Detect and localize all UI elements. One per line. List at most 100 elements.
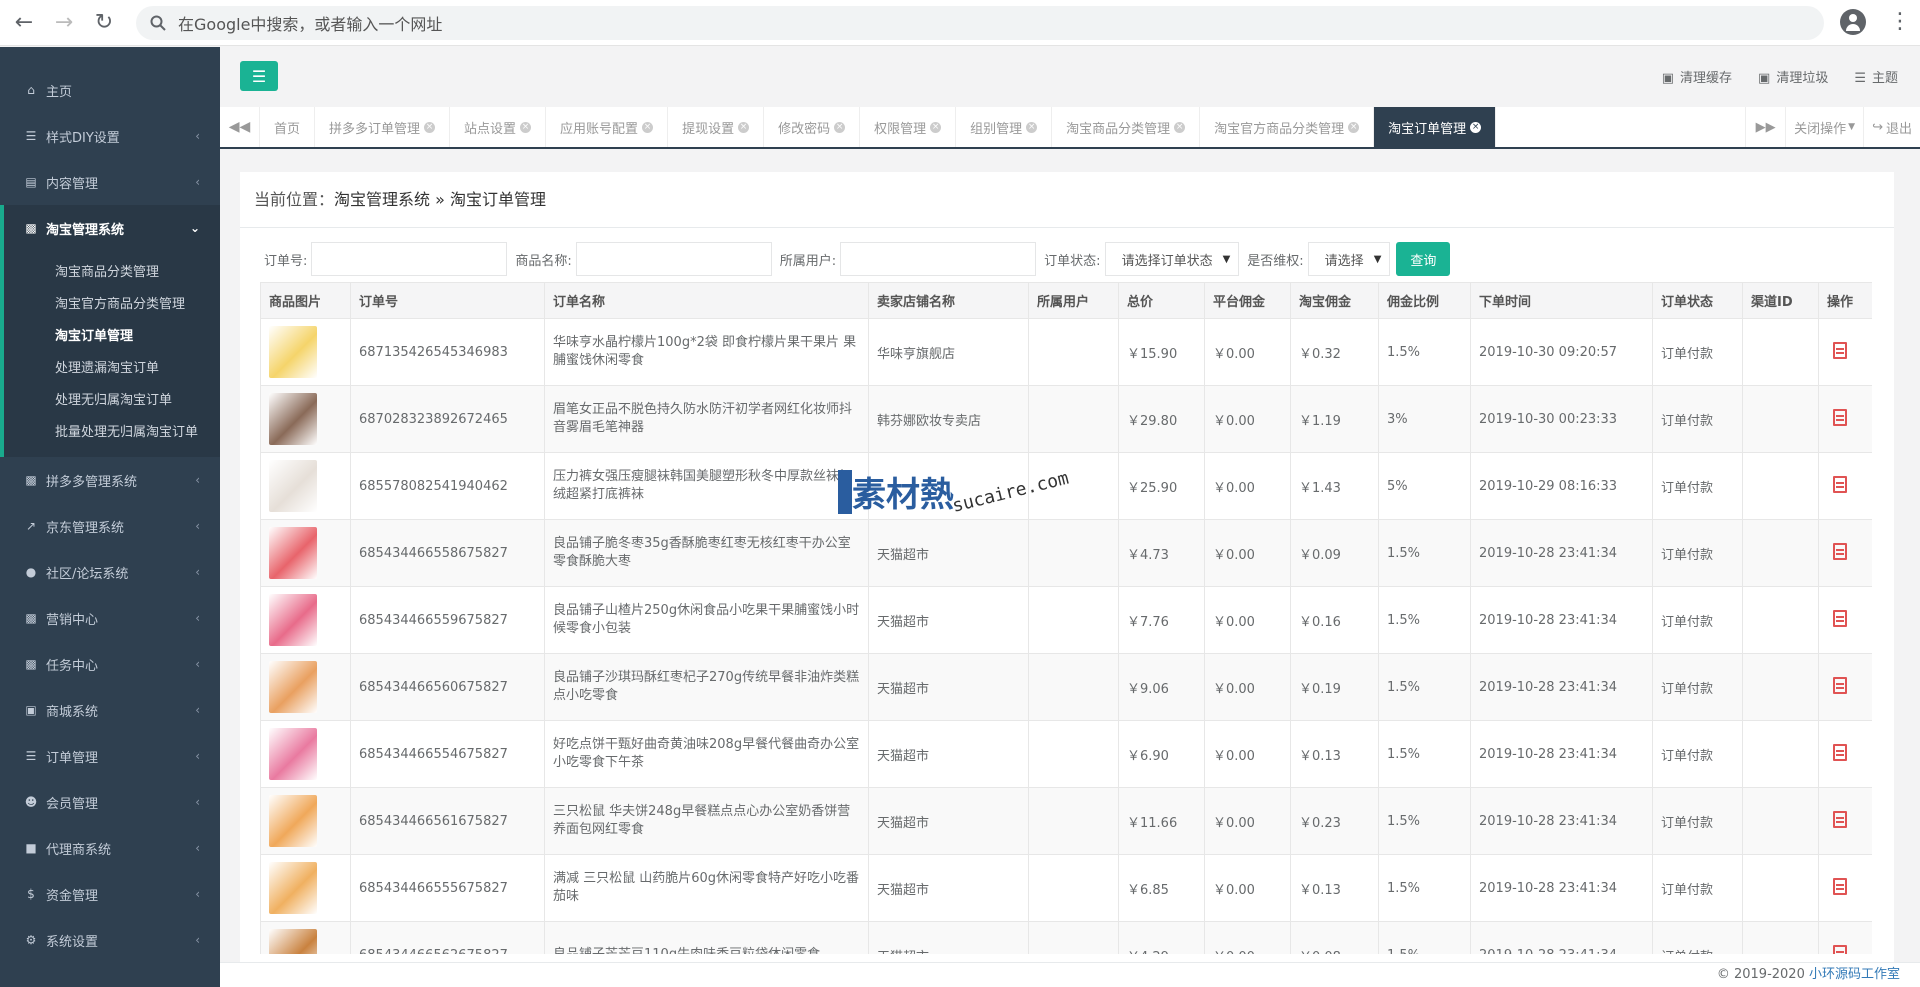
sidebar-item-members[interactable]: ☻ 会员管理 ‹ bbox=[0, 779, 220, 825]
order-status-select[interactable]: 请选择订单状态 ▼ bbox=[1104, 242, 1240, 276]
account-icon[interactable] bbox=[1840, 9, 1866, 35]
sidebar-item-content[interactable]: ▤ 内容管理 ‹ bbox=[0, 159, 220, 205]
menu-toggle-button[interactable]: ☰ bbox=[240, 61, 278, 91]
detail-document-icon[interactable] bbox=[1833, 408, 1847, 426]
sidebar-item-pdd[interactable]: ▩ 拼多多管理系统 ‹ bbox=[0, 457, 220, 503]
user-cell bbox=[1028, 787, 1119, 855]
close-icon[interactable]: × bbox=[834, 121, 846, 133]
submenu-item-unowned-orders[interactable]: 处理无归属淘宝订单 bbox=[4, 385, 220, 417]
tab-site-settings[interactable]: 站点设置 × bbox=[450, 107, 547, 147]
tab-app-accounts[interactable]: 应用账号配置 × bbox=[546, 107, 669, 147]
detail-document-icon[interactable] bbox=[1833, 810, 1847, 828]
sidebar-item-settings[interactable]: ⚙ 系统设置 ‹ bbox=[0, 917, 220, 963]
submenu-item-missing-orders[interactable]: 处理遗漏淘宝订单 bbox=[4, 353, 220, 385]
tab-withdraw-settings[interactable]: 提现设置 × bbox=[668, 107, 765, 147]
logout-icon: ↪ bbox=[1872, 119, 1883, 135]
back-arrow-icon[interactable]: ← bbox=[8, 7, 40, 39]
submenu-item-category[interactable]: 淘宝商品分类管理 bbox=[4, 257, 220, 289]
tabs-scroll-left-icon[interactable]: ◀◀ bbox=[220, 107, 260, 147]
clear-cache-button[interactable]: ▣ 清理缓存 bbox=[1662, 67, 1732, 86]
taobao-cell: ￥0.09 bbox=[1290, 519, 1379, 587]
detail-document-icon[interactable] bbox=[1833, 475, 1847, 493]
ratio-cell: 1.5% bbox=[1378, 519, 1471, 587]
tab-taobao-categories[interactable]: 淘宝商品分类管理 × bbox=[1052, 107, 1201, 147]
tab-permissions[interactable]: 权限管理 × bbox=[860, 107, 957, 147]
footer-studio-link[interactable]: 小环源码工作室 bbox=[1809, 967, 1900, 982]
product-thumbnail[interactable] bbox=[269, 795, 317, 847]
detail-document-icon[interactable] bbox=[1833, 676, 1847, 694]
forward-arrow-icon[interactable]: → bbox=[48, 7, 80, 39]
tab-groups[interactable]: 组别管理 × bbox=[956, 107, 1053, 147]
sidebar-item-community[interactable]: ● 社区/论坛系统 ‹ bbox=[0, 549, 220, 595]
sidebar-item-funds[interactable]: $ 资金管理 ‹ bbox=[0, 871, 220, 917]
logout-button[interactable]: ↪ 退出 bbox=[1863, 107, 1920, 147]
sidebar-item-tasks[interactable]: ▩ 任务中心 ‹ bbox=[0, 641, 220, 687]
clear-trash-button[interactable]: ▣ 清理垃圾 bbox=[1758, 67, 1828, 86]
product-thumbnail[interactable] bbox=[269, 929, 317, 954]
more-menu-icon[interactable]: ⋮ bbox=[1889, 10, 1911, 34]
status-cell: 订单付款 bbox=[1652, 787, 1743, 855]
detail-document-icon[interactable] bbox=[1833, 743, 1847, 761]
sidebar-item-agents[interactable]: ■ 代理商系统 ‹ bbox=[0, 825, 220, 871]
theme-button[interactable]: ☰ 主题 bbox=[1854, 67, 1898, 86]
close-icon[interactable]: × bbox=[1174, 121, 1186, 133]
top-links: ▣ 清理缓存 ▣ 清理垃圾 ☰ 主题 bbox=[1662, 67, 1898, 86]
tab-pdd-orders[interactable]: 拼多多订单管理 × bbox=[315, 107, 451, 147]
sidebar-item-mall[interactable]: ▣ 商城系统 ‹ bbox=[0, 687, 220, 733]
name-cell: 满减 三只松鼠 山药脆片60g休闲零食特产好吃小吃番茄味 bbox=[544, 854, 869, 922]
submenu-item-orders[interactable]: 淘宝订单管理 bbox=[4, 321, 220, 353]
detail-document-icon[interactable] bbox=[1833, 944, 1847, 954]
tab-taobao-orders[interactable]: 淘宝订单管理 × bbox=[1374, 107, 1497, 147]
close-icon[interactable]: × bbox=[1026, 121, 1038, 133]
sidebar-item-home[interactable]: ⌂ 主页 bbox=[0, 67, 220, 113]
sidebar-item-marketing[interactable]: ▩ 营销中心 ‹ bbox=[0, 595, 220, 641]
close-icon[interactable]: × bbox=[1348, 121, 1360, 133]
sidebar-item-taobao[interactable]: ▩ 淘宝管理系统 ⌄ bbox=[0, 205, 220, 251]
status-cell: 订单付款 bbox=[1652, 519, 1743, 587]
rights-label: 是否维权: bbox=[1247, 253, 1304, 269]
product-name-input[interactable] bbox=[575, 242, 772, 276]
product-thumbnail[interactable] bbox=[269, 661, 317, 713]
close-icon[interactable]: × bbox=[1470, 121, 1482, 133]
close-icon[interactable]: × bbox=[520, 121, 532, 133]
close-icon[interactable]: × bbox=[642, 121, 654, 133]
user-cell bbox=[1028, 385, 1119, 453]
order-cell: 685434466558675827 bbox=[350, 519, 545, 587]
product-thumbnail[interactable] bbox=[269, 527, 317, 579]
product-thumbnail[interactable] bbox=[269, 728, 317, 780]
platform-cell: ￥0.00 bbox=[1204, 452, 1291, 520]
detail-document-icon[interactable] bbox=[1833, 609, 1847, 627]
submenu-item-official-category[interactable]: 淘宝官方商品分类管理 bbox=[4, 289, 220, 321]
submenu-item-batch-unowned[interactable]: 批量处理无归属淘宝订单 bbox=[4, 417, 220, 449]
tabs-scroll-right-icon[interactable]: ▶▶ bbox=[1745, 107, 1785, 147]
product-thumbnail[interactable] bbox=[269, 460, 317, 512]
tab-home[interactable]: 首页 bbox=[260, 107, 316, 147]
close-icon[interactable]: × bbox=[930, 121, 942, 133]
sidebar-item-label: 主页 bbox=[46, 84, 73, 100]
product-thumbnail[interactable] bbox=[269, 594, 317, 646]
sidebar-item-jd[interactable]: ↗ 京东管理系统 ‹ bbox=[0, 503, 220, 549]
sidebar-item-orders[interactable]: ☰ 订单管理 ‹ bbox=[0, 733, 220, 779]
product-image-cell bbox=[260, 318, 351, 386]
detail-document-icon[interactable] bbox=[1833, 341, 1847, 359]
product-thumbnail[interactable] bbox=[269, 393, 317, 445]
order-no-input[interactable] bbox=[311, 242, 508, 276]
tab-change-password[interactable]: 修改密码 × bbox=[764, 107, 861, 147]
sidebar-item-style-diy[interactable]: ☰ 样式DIY设置 ‹ bbox=[0, 113, 220, 159]
product-thumbnail[interactable] bbox=[269, 862, 317, 914]
detail-document-icon[interactable] bbox=[1833, 877, 1847, 895]
address-bar[interactable]: 在Google中搜索，或者输入一个网址 bbox=[136, 6, 1824, 40]
close-operations-dropdown[interactable]: 关闭操作 ▼ bbox=[1785, 107, 1863, 147]
close-icon[interactable]: × bbox=[738, 121, 750, 133]
rights-select[interactable]: 请选择 ▼ bbox=[1307, 242, 1391, 276]
close-icon[interactable]: × bbox=[424, 121, 436, 133]
shop-cell: 天猫超市 bbox=[868, 720, 1029, 788]
user-cell bbox=[1028, 921, 1119, 954]
query-button[interactable]: 查询 bbox=[1396, 242, 1451, 276]
tab-taobao-official-categories[interactable]: 淘宝官方商品分类管理 × bbox=[1200, 107, 1375, 147]
user-input[interactable] bbox=[840, 242, 1037, 276]
reload-icon[interactable]: ↻ bbox=[88, 7, 120, 39]
detail-document-icon[interactable] bbox=[1833, 542, 1847, 560]
chevron-left-icon: ‹ bbox=[195, 933, 200, 947]
product-thumbnail[interactable] bbox=[269, 326, 317, 378]
